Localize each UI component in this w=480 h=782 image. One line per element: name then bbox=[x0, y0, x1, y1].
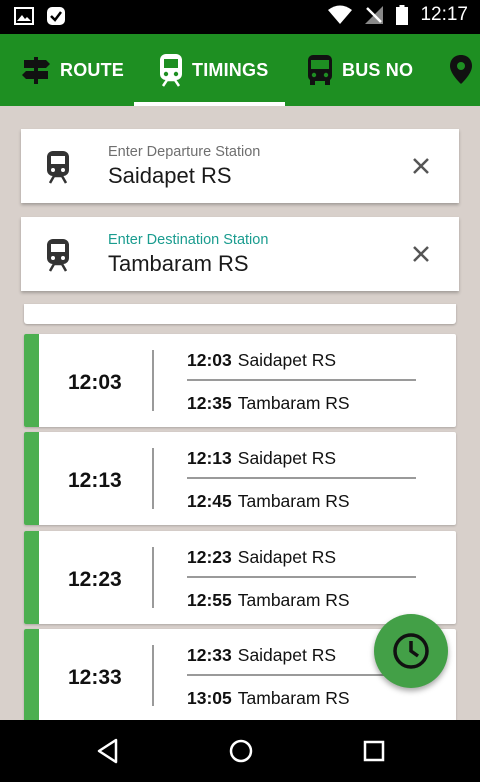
tab-route[interactable]: ROUTE bbox=[20, 34, 124, 106]
divider bbox=[152, 448, 154, 509]
bus-icon bbox=[308, 55, 332, 85]
origin-row: 12:23 Saidapet RS bbox=[187, 547, 336, 568]
destination-row: 12:55 Tambaram RS bbox=[187, 590, 350, 611]
battery-icon bbox=[396, 5, 409, 25]
arrival-time: 13:05 bbox=[187, 688, 232, 708]
clock-fab-button[interactable] bbox=[374, 614, 448, 688]
clock-icon bbox=[393, 633, 429, 669]
tab-location[interactable] bbox=[446, 34, 480, 106]
divider bbox=[187, 379, 416, 381]
divider bbox=[187, 477, 416, 479]
train-icon bbox=[47, 239, 69, 272]
location-pin-icon bbox=[450, 55, 472, 84]
destination-row: 12:35 Tambaram RS bbox=[187, 393, 350, 414]
divider bbox=[187, 576, 416, 578]
divider bbox=[152, 547, 154, 608]
origin-time: 12:13 bbox=[187, 448, 232, 468]
train-timing-card[interactable]: 12:23 12:23 Saidapet RS 12:55 Tambaram RS bbox=[24, 531, 456, 624]
origin-station: Saidapet RS bbox=[237, 645, 337, 665]
clear-destination-icon[interactable] bbox=[411, 244, 431, 264]
check-notification-icon bbox=[47, 7, 65, 25]
arrival-time: 12:35 bbox=[187, 393, 232, 413]
origin-station: Saidapet RS bbox=[237, 547, 337, 567]
departure-station-field[interactable]: Enter Departure Station Saidapet RS bbox=[21, 129, 459, 203]
destination-row: 12:45 Tambaram RS bbox=[187, 491, 350, 512]
tab-timings-label: TIMINGS bbox=[192, 59, 269, 80]
destination-station-field[interactable]: Enter Destination Station Tambaram RS bbox=[21, 217, 459, 291]
home-icon[interactable] bbox=[227, 737, 255, 765]
no-signal-icon bbox=[365, 6, 384, 24]
system-nav-bar bbox=[0, 720, 480, 782]
list-header-card bbox=[24, 304, 456, 324]
accent-bar bbox=[24, 629, 39, 720]
destination-hint: Enter Destination Station bbox=[108, 232, 269, 248]
destination-input[interactable]: Tambaram RS bbox=[108, 251, 249, 277]
tab-bus-no[interactable]: BUS NO bbox=[306, 34, 413, 106]
departure-input[interactable]: Saidapet RS bbox=[108, 163, 232, 189]
accent-bar bbox=[24, 432, 39, 525]
tab-bar: ROUTE TIMINGS BUS NO bbox=[0, 34, 480, 106]
origin-time: 12:33 bbox=[187, 645, 232, 665]
image-notification-icon bbox=[14, 7, 34, 25]
tab-bus-no-label: BUS NO bbox=[342, 59, 414, 80]
origin-row: 12:33 Saidapet RS bbox=[187, 645, 336, 666]
accent-bar bbox=[24, 334, 39, 427]
origin-station: Saidapet RS bbox=[237, 350, 337, 370]
status-bar: 12:17 bbox=[0, 0, 480, 34]
origin-time: 12:03 bbox=[187, 350, 232, 370]
train-timing-card[interactable]: 12:13 12:13 Saidapet RS 12:45 Tambaram RS bbox=[24, 432, 456, 525]
departure-hint: Enter Departure Station bbox=[108, 144, 261, 160]
recents-icon[interactable] bbox=[360, 737, 388, 765]
status-time: 12:17 bbox=[420, 4, 468, 25]
train-icon bbox=[160, 54, 182, 87]
arrival-time: 12:45 bbox=[187, 491, 232, 511]
clear-departure-icon[interactable] bbox=[411, 156, 431, 176]
wifi-icon bbox=[328, 5, 353, 24]
back-icon[interactable] bbox=[94, 737, 122, 765]
departure-time: 12:03 bbox=[68, 371, 122, 394]
arrival-time: 12:55 bbox=[187, 590, 232, 610]
destination-station: Tambaram RS bbox=[237, 688, 350, 708]
origin-row: 12:13 Saidapet RS bbox=[187, 448, 336, 469]
origin-time: 12:23 bbox=[187, 547, 232, 567]
destination-row: 13:05 Tambaram RS bbox=[187, 688, 350, 709]
departure-time: 12:13 bbox=[68, 469, 122, 492]
timings-content[interactable]: Enter Departure Station Saidapet RS Ente… bbox=[0, 106, 480, 720]
signpost-icon bbox=[22, 57, 50, 84]
train-icon bbox=[47, 151, 69, 184]
destination-station: Tambaram RS bbox=[237, 393, 350, 413]
divider bbox=[152, 350, 154, 411]
departure-time: 12:23 bbox=[68, 568, 122, 591]
divider bbox=[152, 645, 154, 706]
destination-station: Tambaram RS bbox=[237, 491, 350, 511]
tab-route-label: ROUTE bbox=[60, 59, 124, 80]
departure-time: 12:33 bbox=[68, 666, 122, 689]
accent-bar bbox=[24, 531, 39, 624]
tab-timings[interactable]: TIMINGS bbox=[158, 34, 268, 106]
origin-station: Saidapet RS bbox=[237, 448, 337, 468]
destination-station: Tambaram RS bbox=[237, 590, 350, 610]
origin-row: 12:03 Saidapet RS bbox=[187, 350, 336, 371]
train-timing-card[interactable]: 12:03 12:03 Saidapet RS 12:35 Tambaram RS bbox=[24, 334, 456, 427]
